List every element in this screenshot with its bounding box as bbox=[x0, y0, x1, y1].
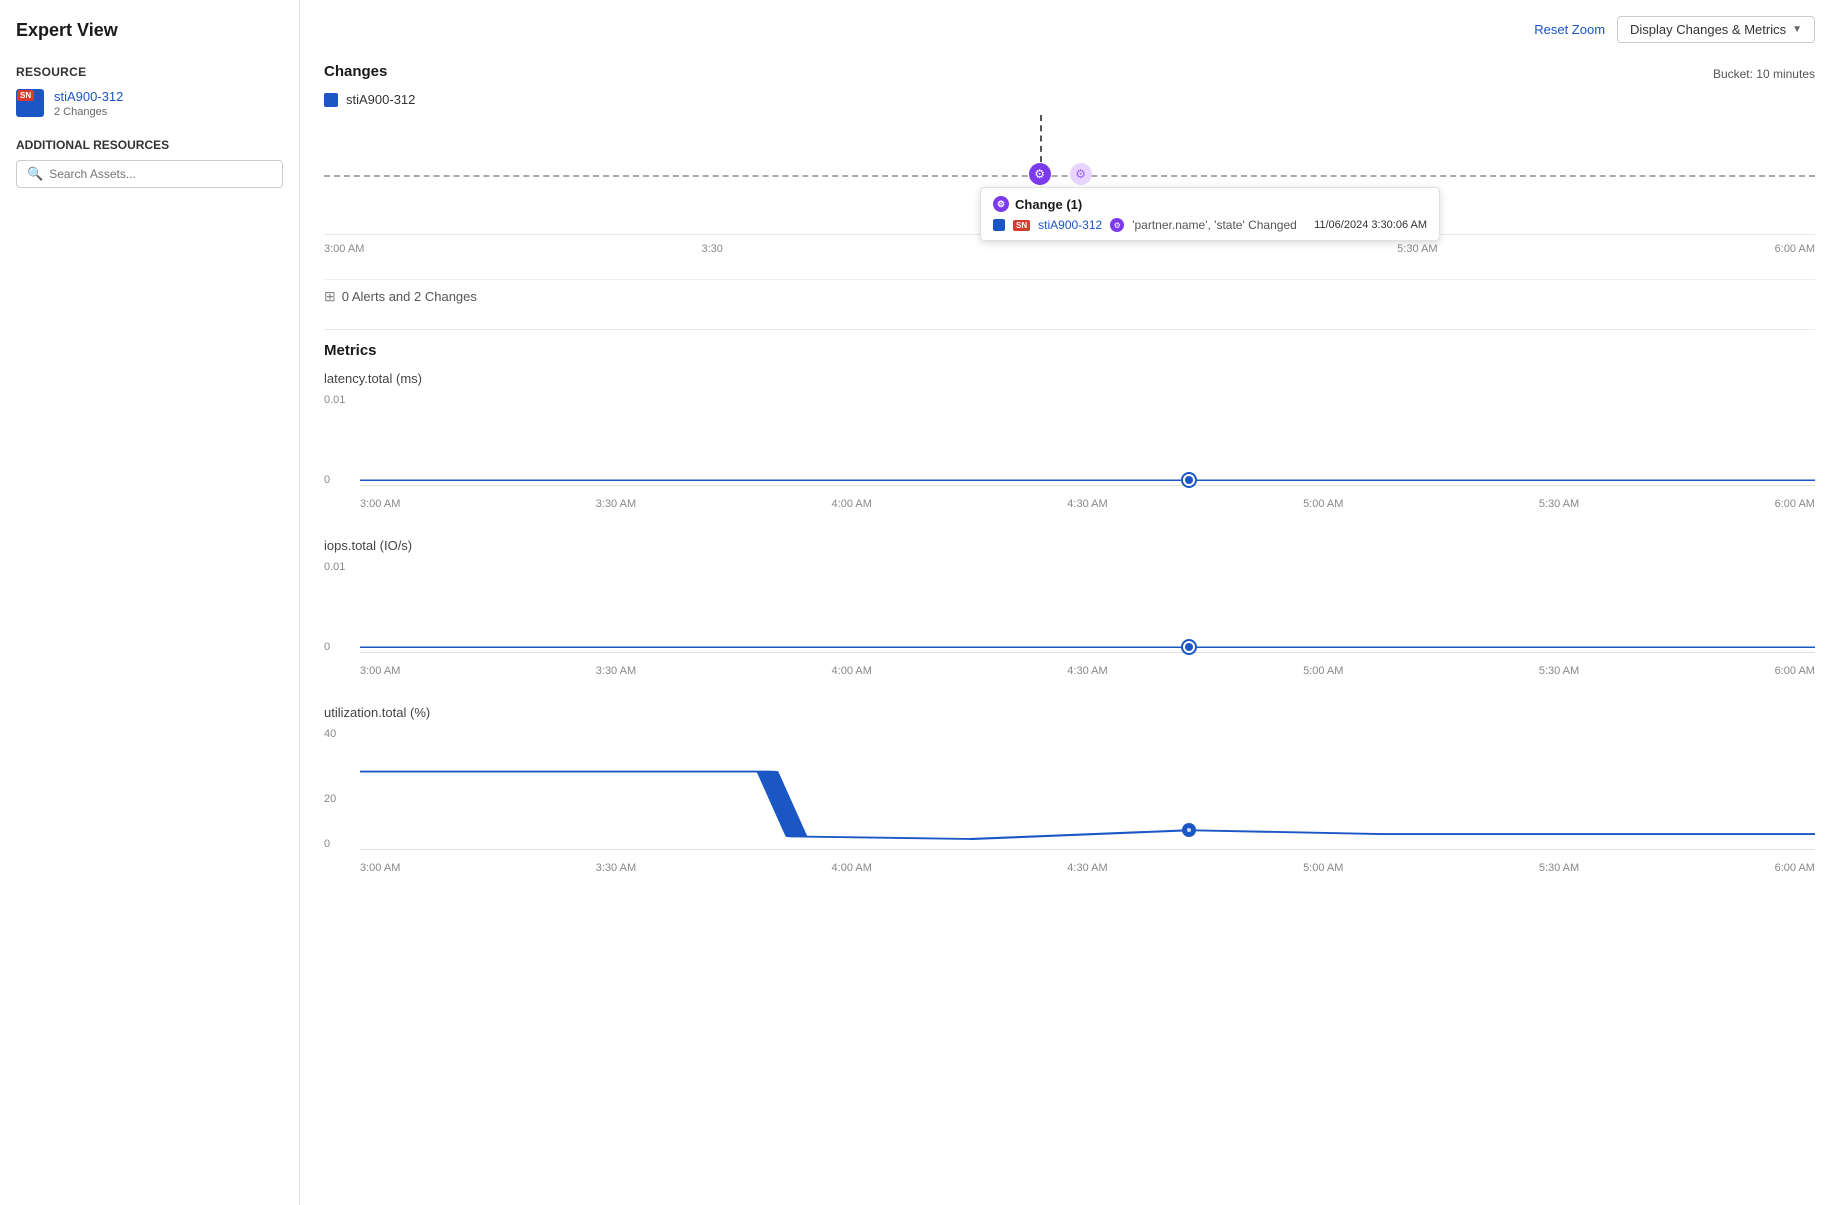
y-mid-utilization: 20 bbox=[324, 793, 336, 805]
additional-resources-label: Additional Resources bbox=[16, 138, 283, 152]
y-zero-latency: 0 bbox=[324, 474, 330, 486]
change-icon-light[interactable]: ⚙ bbox=[1070, 163, 1092, 185]
changes-legend: stiA900-312 bbox=[324, 92, 1815, 107]
tooltip-badge: SN bbox=[1013, 220, 1030, 231]
changes-legend-label: stiA900-312 bbox=[346, 92, 415, 107]
tooltip-row: SN stiA900-312 ⚙ 'partner.name', 'state'… bbox=[993, 218, 1427, 232]
dot-marker-utilization bbox=[1184, 825, 1194, 835]
dot-marker-iops bbox=[1183, 641, 1195, 653]
tooltip-resource-name: stiA900-312 bbox=[1038, 218, 1102, 232]
metric-title-latency: latency.total (ms) bbox=[324, 371, 1815, 386]
latency-x-axis: 3:00 AM 3:30 AM 4:00 AM 4:30 AM 5:00 AM … bbox=[360, 498, 1815, 510]
y-top-utilization: 40 bbox=[324, 728, 336, 740]
alerts-summary-label: 0 Alerts and 2 Changes bbox=[342, 289, 477, 304]
tooltip-timestamp: 11/06/2024 3:30:06 AM bbox=[1314, 219, 1427, 231]
tooltip-color-block bbox=[993, 219, 1005, 231]
search-assets-box[interactable]: 🔍 bbox=[16, 160, 283, 188]
changes-x-axis: 3:00 AM 3:30 5:30 AM 6:00 AM bbox=[324, 239, 1815, 263]
header-bar: Reset Zoom Display Changes & Metrics ▼ bbox=[324, 16, 1815, 43]
tooltip-title-icon: ⚙ bbox=[993, 196, 1009, 212]
y-top-iops: 0.01 bbox=[324, 561, 345, 573]
utilization-x-axis: 3:00 AM 3:30 AM 4:00 AM 4:30 AM 5:00 AM … bbox=[360, 862, 1815, 874]
main-content: Reset Zoom Display Changes & Metrics ▼ C… bbox=[300, 0, 1839, 1205]
tooltip-title: ⚙ Change (1) bbox=[993, 196, 1427, 212]
iops-svg bbox=[360, 557, 1815, 652]
y-top-latency: 0.01 bbox=[324, 394, 345, 406]
latency-svg bbox=[360, 390, 1815, 485]
metric-title-utilization: utilization.total (%) bbox=[324, 705, 1815, 720]
alerts-summary: ⊞ 0 Alerts and 2 Changes bbox=[324, 279, 1815, 313]
resource-name[interactable]: stiA900-312 bbox=[54, 89, 123, 104]
utilization-svg bbox=[360, 724, 1815, 849]
dot-marker-latency bbox=[1183, 474, 1195, 486]
chart-area-utilization bbox=[360, 724, 1815, 850]
chart-area-iops bbox=[360, 557, 1815, 653]
divider bbox=[324, 329, 1815, 330]
chart-wrapper-iops: 0.01 0 3:00 AM 3:30 AM 4:00 AM 4:30 AM 5… bbox=[324, 557, 1815, 677]
reset-zoom-button[interactable]: Reset Zoom bbox=[1534, 22, 1605, 37]
change-icon-purple[interactable]: ⚙ bbox=[1029, 163, 1051, 185]
chart-wrapper-latency: 0.01 0 3:00 AM 3:30 AM 4:00 AM 4:30 AM 5… bbox=[324, 390, 1815, 510]
metric-title-iops: iops.total (IO/s) bbox=[324, 538, 1815, 553]
chevron-down-icon: ▼ bbox=[1792, 24, 1802, 35]
change-symbol-light: ⚙ bbox=[1075, 167, 1086, 181]
page-title: Expert View bbox=[16, 20, 283, 41]
changes-chart-area: ⚙ ⚙ ⚙ Change (1) SN stiA900-312 ⚙ 'partn… bbox=[324, 115, 1815, 235]
resource-item: SN stiA900-312 2 Changes bbox=[16, 89, 283, 118]
chart-area-latency bbox=[360, 390, 1815, 486]
search-input[interactable] bbox=[49, 167, 272, 181]
metrics-section: Metrics latency.total (ms) 0.01 0 3:00 A… bbox=[324, 342, 1815, 874]
y-zero-iops: 0 bbox=[324, 641, 330, 653]
chart-wrapper-utilization: 40 20 0 3:00 AM 3:30 AM 4:00 AM 4:30 AM … bbox=[324, 724, 1815, 874]
changes-section: Changes Bucket: 10 minutes stiA900-312 ⚙… bbox=[324, 63, 1815, 263]
resource-badge: SN bbox=[17, 90, 34, 101]
changes-section-header: Changes bbox=[324, 63, 387, 80]
display-dropdown[interactable]: Display Changes & Metrics ▼ bbox=[1617, 16, 1815, 43]
change-symbol: ⚙ bbox=[1034, 167, 1045, 181]
iops-x-axis: 3:00 AM 3:30 AM 4:00 AM 4:30 AM 5:00 AM … bbox=[360, 665, 1815, 677]
expand-icon[interactable]: ⊞ bbox=[324, 288, 336, 305]
tooltip-change-text: 'partner.name', 'state' Changed bbox=[1132, 218, 1306, 232]
change-tooltip: ⚙ Change (1) SN stiA900-312 ⚙ 'partner.n… bbox=[980, 187, 1440, 241]
resource-changes: 2 Changes bbox=[54, 106, 123, 118]
y-zero-utilization: 0 bbox=[324, 838, 330, 850]
metric-chart-iops: iops.total (IO/s) 0.01 0 3:00 AM 3:30 AM… bbox=[324, 538, 1815, 677]
sidebar: Expert View Resource SN stiA900-312 2 Ch… bbox=[0, 0, 300, 1205]
resource-label: Resource bbox=[16, 65, 283, 79]
metrics-section-header: Metrics bbox=[324, 342, 1815, 359]
bucket-label: Bucket: 10 minutes bbox=[1713, 67, 1815, 81]
legend-color-block bbox=[324, 93, 338, 107]
metric-chart-utilization: utilization.total (%) 40 20 0 3:00 AM 3:… bbox=[324, 705, 1815, 874]
metric-chart-latency: latency.total (ms) 0.01 0 3:00 AM 3:30 A… bbox=[324, 371, 1815, 510]
display-dropdown-label: Display Changes & Metrics bbox=[1630, 22, 1786, 37]
search-icon: 🔍 bbox=[27, 166, 43, 182]
tooltip-change-icon: ⚙ bbox=[1110, 218, 1124, 232]
